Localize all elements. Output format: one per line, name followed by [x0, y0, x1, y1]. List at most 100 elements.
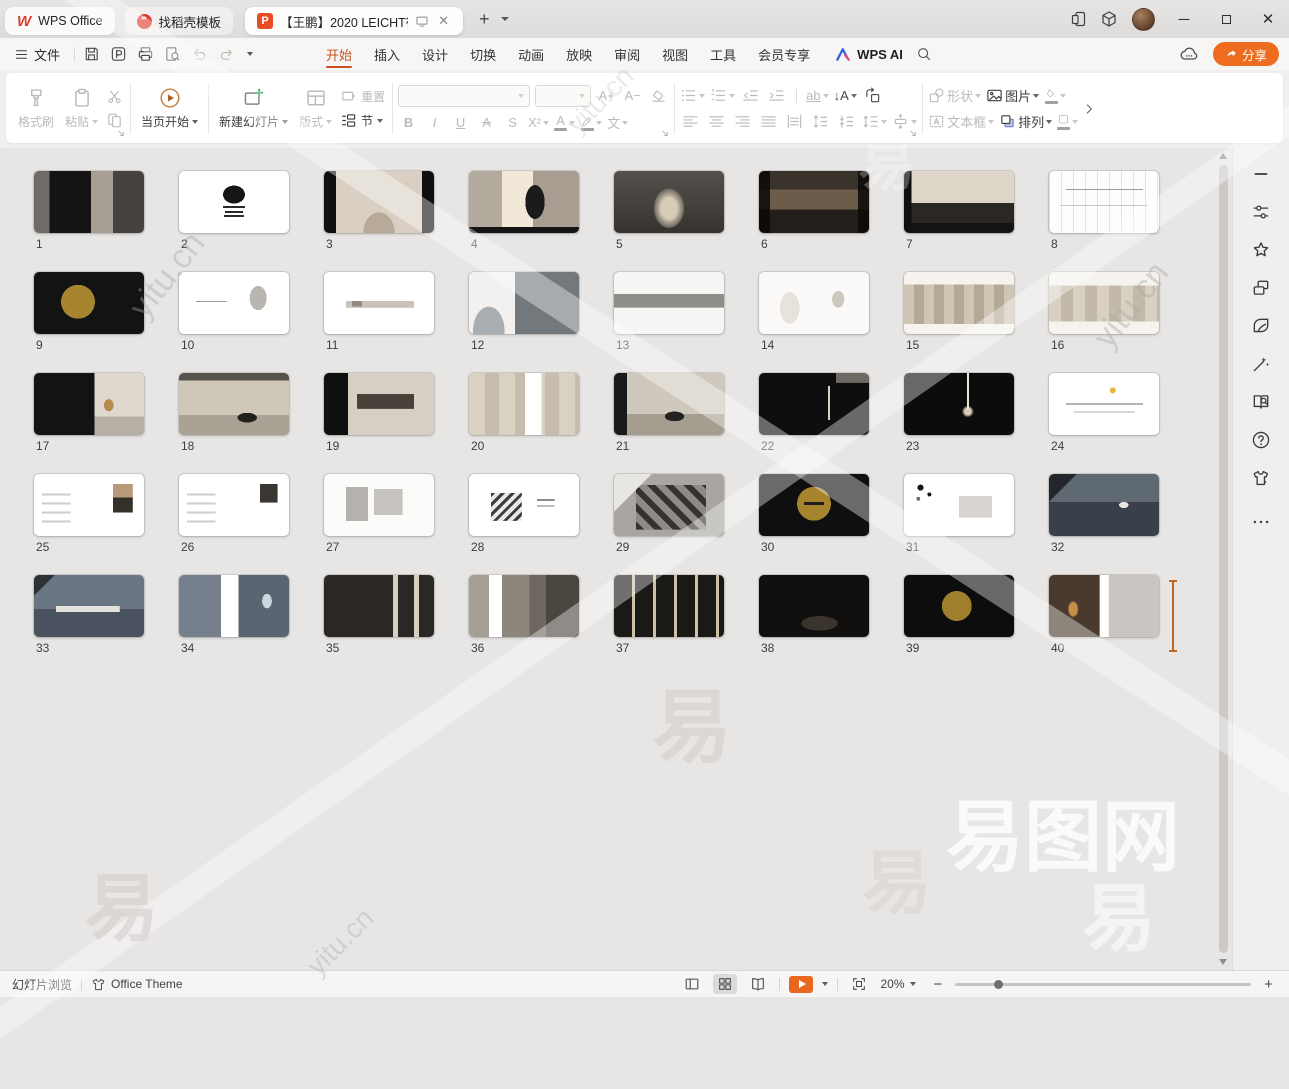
- clear-format-button[interactable]: [648, 86, 669, 106]
- slide-thumbnail-35[interactable]: [324, 575, 434, 637]
- play-from-current-button[interactable]: 当页开始: [136, 85, 203, 132]
- ribbon-more-button[interactable]: [1081, 78, 1099, 139]
- device-sync-icon[interactable]: [1064, 7, 1094, 31]
- copy-button[interactable]: [106, 112, 123, 129]
- vertical-scrollbar[interactable]: [1217, 150, 1230, 968]
- slide-thumbnail-13[interactable]: [614, 272, 724, 334]
- decrease-indent-button[interactable]: [740, 86, 761, 106]
- slide-thumbnail-22[interactable]: [759, 373, 869, 435]
- tab-document[interactable]: P 【王鹏】2020 LEICHT德国劳 ✕: [245, 7, 463, 35]
- format-painter-button[interactable]: 格式刷: [13, 85, 59, 132]
- slide-thumbnail-1[interactable]: [34, 171, 144, 233]
- slide-thumbnail-21[interactable]: [614, 373, 724, 435]
- slide-sorter-canvas[interactable]: 1234567891011121314151617181920212223242…: [0, 148, 1232, 970]
- slide-thumbnail-39[interactable]: [904, 575, 1014, 637]
- increase-font-button[interactable]: A+: [596, 86, 617, 106]
- shapes-button[interactable]: 形状: [928, 86, 981, 106]
- float-window-icon[interactable]: [415, 14, 429, 28]
- menu-tab-5[interactable]: 放映: [555, 38, 603, 70]
- font-color-button[interactable]: A: [554, 113, 575, 133]
- underline-button[interactable]: U: [450, 113, 471, 133]
- skin-icon[interactable]: [1251, 468, 1271, 488]
- slide-thumbnail-20[interactable]: [469, 373, 579, 435]
- print-preview-button[interactable]: [160, 44, 185, 64]
- text-shadow-button[interactable]: S: [502, 113, 523, 133]
- bullets-button[interactable]: [680, 86, 705, 106]
- slide-thumbnail-7[interactable]: [904, 171, 1014, 233]
- numbering-button[interactable]: [710, 86, 735, 106]
- menu-tab-6[interactable]: 审阅: [603, 38, 651, 70]
- slidecopy-icon[interactable]: [1251, 278, 1271, 298]
- normal-view-button[interactable]: [680, 974, 704, 994]
- slideshow-play-button[interactable]: [789, 976, 813, 993]
- font-name-combo[interactable]: [398, 85, 530, 107]
- font-expander-icon[interactable]: [660, 128, 672, 140]
- slide-thumbnail-12[interactable]: [469, 272, 579, 334]
- slide-thumbnail-26[interactable]: [179, 474, 289, 536]
- theme-button[interactable]: Office Theme: [91, 977, 183, 992]
- text-direction-button[interactable]: ↓A: [834, 86, 857, 106]
- slide-thumbnail-28[interactable]: [469, 474, 579, 536]
- menu-tab-2[interactable]: 设计: [411, 38, 459, 70]
- decrease-font-button[interactable]: A−: [622, 86, 643, 106]
- slideshow-caret-icon[interactable]: [822, 982, 828, 986]
- scroll-up-icon[interactable]: [1219, 153, 1227, 159]
- file-menu-button[interactable]: 文件: [0, 45, 70, 64]
- new-slide-button[interactable]: 新建幻灯片: [214, 85, 293, 132]
- menu-tab-0[interactable]: 开始: [315, 38, 363, 70]
- slide-thumbnail-37[interactable]: [614, 575, 724, 637]
- tab-list-caret-icon[interactable]: [501, 17, 509, 21]
- slide-sorter-view-button[interactable]: [713, 974, 737, 994]
- phonetic-guide-button[interactable]: 文: [607, 113, 628, 133]
- app-center-icon[interactable]: [1094, 7, 1124, 31]
- fill-color-button[interactable]: [1044, 86, 1066, 106]
- bold-button[interactable]: B: [398, 113, 419, 133]
- slide-thumbnail-36[interactable]: [469, 575, 579, 637]
- paragraph-expander-icon[interactable]: [908, 128, 920, 140]
- zoom-level[interactable]: 20%: [880, 977, 920, 991]
- slide-thumbnail-25[interactable]: [34, 474, 144, 536]
- slide-thumbnail-8[interactable]: [1049, 171, 1159, 233]
- increase-indent-button[interactable]: [766, 86, 787, 106]
- new-tab-button[interactable]: +: [475, 9, 494, 30]
- avatar[interactable]: [1132, 8, 1155, 31]
- paste-button[interactable]: 粘贴: [60, 85, 103, 132]
- slide-thumbnail-10[interactable]: [179, 272, 289, 334]
- slide-thumbnail-5[interactable]: [614, 171, 724, 233]
- clipboard-expander-icon[interactable]: [116, 128, 128, 140]
- arrange-button[interactable]: 排列: [999, 112, 1052, 132]
- slide-thumbnail-2[interactable]: [179, 171, 289, 233]
- tab-wps-office[interactable]: W WPS Office: [5, 7, 115, 35]
- docer-icon[interactable]: [1251, 316, 1271, 336]
- close-button[interactable]: ✕: [1247, 0, 1289, 38]
- slide-thumbnail-27[interactable]: [324, 474, 434, 536]
- star-icon[interactable]: [1251, 240, 1271, 260]
- picture-button[interactable]: 图片: [986, 86, 1039, 106]
- slide-thumbnail-9[interactable]: [34, 272, 144, 334]
- slide-thumbnail-14[interactable]: [759, 272, 869, 334]
- reset-slide-button[interactable]: 重置: [340, 88, 385, 105]
- slide-thumbnail-6[interactable]: [759, 171, 869, 233]
- help-icon[interactable]: [1251, 430, 1271, 450]
- slide-thumbnail-38[interactable]: [759, 575, 869, 637]
- justify-button[interactable]: [758, 112, 779, 132]
- distribute-button[interactable]: [784, 112, 805, 132]
- decrease-para-spacing-button[interactable]: [836, 112, 857, 132]
- slide-thumbnail-31[interactable]: [904, 474, 1014, 536]
- slide-thumbnail-4[interactable]: [469, 171, 579, 233]
- slide-thumbnail-40[interactable]: [1049, 575, 1159, 637]
- font-size-combo[interactable]: [535, 85, 591, 107]
- textbox-button[interactable]: 文本框: [928, 112, 994, 132]
- highlight-button[interactable]: [580, 113, 602, 133]
- superscript-button[interactable]: X²: [528, 113, 549, 133]
- more-icon[interactable]: [1251, 512, 1271, 532]
- qat-customize-caret-icon[interactable]: [247, 52, 253, 56]
- redo-button[interactable]: [214, 44, 239, 64]
- strikethrough-button[interactable]: A: [476, 113, 497, 133]
- menu-tab-9[interactable]: 会员专享: [747, 38, 821, 70]
- save-button[interactable]: [79, 44, 104, 64]
- character-spacing-button[interactable]: ab: [806, 86, 828, 106]
- reading-view-button[interactable]: [746, 974, 770, 994]
- print-button[interactable]: [133, 44, 158, 64]
- line-spacing-button[interactable]: [862, 112, 887, 132]
